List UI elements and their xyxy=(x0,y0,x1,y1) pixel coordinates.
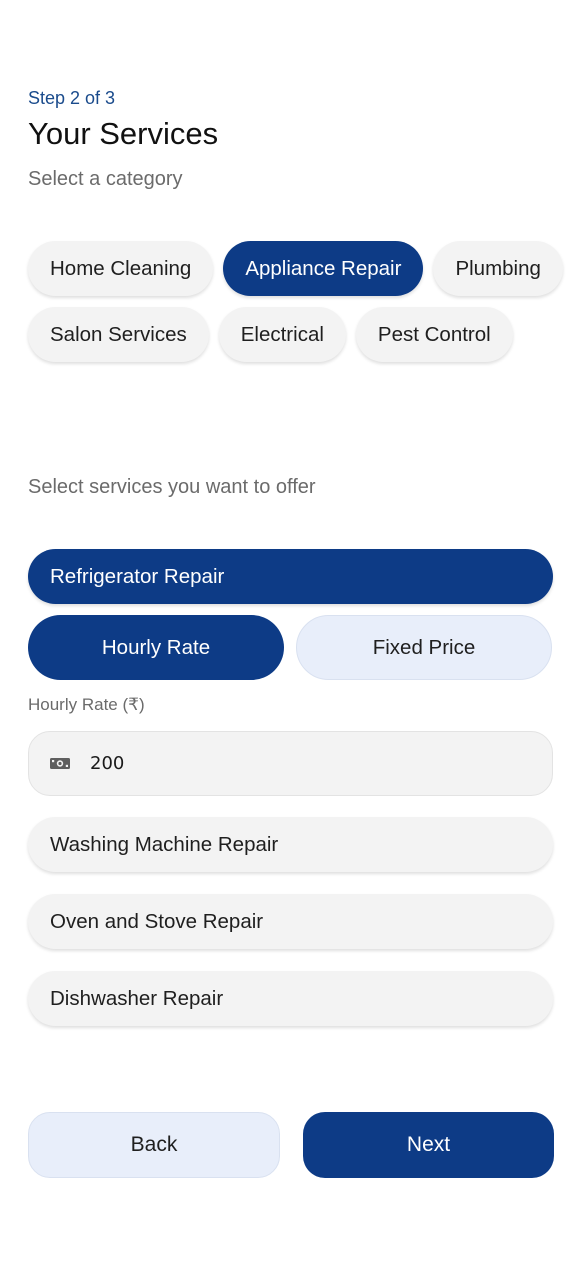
hourly-rate-value: 200 xyxy=(90,753,125,774)
money-icon xyxy=(49,756,71,771)
back-button[interactable]: Back xyxy=(28,1112,280,1178)
category-chip-appliance-repair[interactable]: Appliance Repair xyxy=(223,241,424,296)
category-chips: Home Cleaning Appliance Repair Plumbing … xyxy=(28,241,568,362)
category-chip-home-cleaning[interactable]: Home Cleaning xyxy=(28,241,214,296)
hourly-rate-label: Hourly Rate (₹) xyxy=(28,695,145,714)
category-chip-plumbing[interactable]: Plumbing xyxy=(433,241,563,296)
page-title: Your Services xyxy=(28,116,219,151)
next-button[interactable]: Next xyxy=(303,1112,554,1178)
hourly-rate-toggle[interactable]: Hourly Rate xyxy=(28,615,284,680)
category-chip-pest-control[interactable]: Pest Control xyxy=(355,307,513,362)
service-oven-stove-repair[interactable]: Oven and Stove Repair xyxy=(28,894,553,949)
services-section-label: Select services you want to offer xyxy=(28,476,316,498)
category-chip-salon-services[interactable]: Salon Services xyxy=(28,307,209,362)
fixed-price-toggle[interactable]: Fixed Price xyxy=(296,615,552,680)
step-indicator: Step 2 of 3 xyxy=(28,88,116,108)
category-chip-electrical[interactable]: Electrical xyxy=(218,307,346,362)
hourly-rate-input[interactable]: 200 xyxy=(28,731,553,796)
service-dishwasher-repair[interactable]: Dishwasher Repair xyxy=(28,971,553,1026)
category-subtitle: Select a category xyxy=(28,168,183,190)
service-refrigerator-repair[interactable]: Refrigerator Repair xyxy=(28,549,553,604)
service-washing-machine-repair[interactable]: Washing Machine Repair xyxy=(28,817,553,872)
